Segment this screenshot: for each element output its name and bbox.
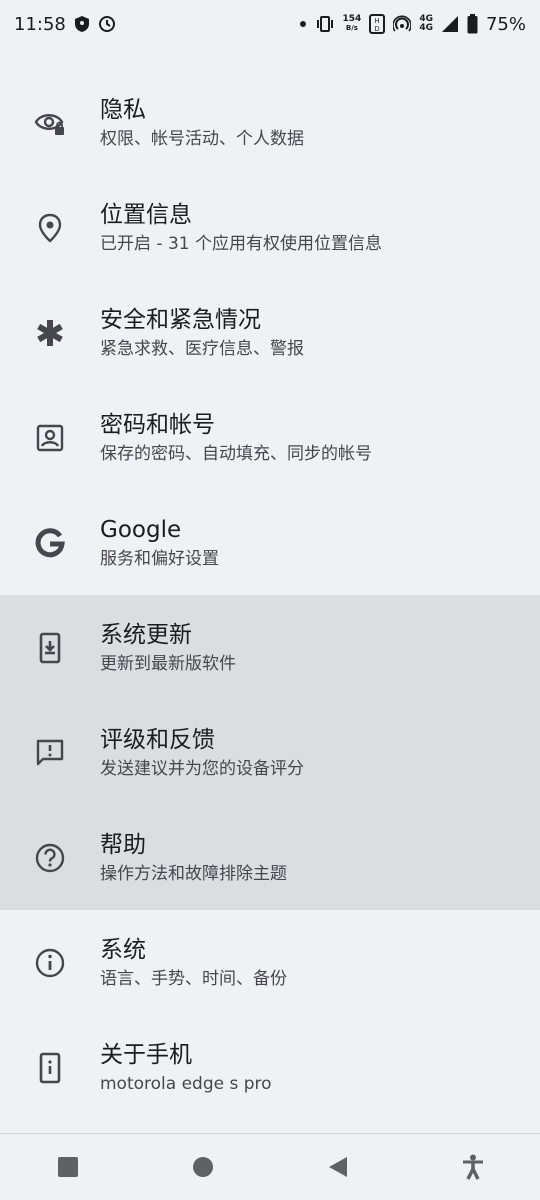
svg-text:D: D xyxy=(375,26,380,33)
notification-dot-icon xyxy=(299,21,306,27)
account-box-icon xyxy=(34,422,66,454)
phone-info-icon xyxy=(34,1052,66,1084)
item-subtitle: 服务和偏好设置 xyxy=(100,548,219,569)
item-title: Google xyxy=(100,516,182,543)
vibrate-icon xyxy=(316,16,333,32)
svg-text:H: H xyxy=(375,18,380,25)
google-g-icon xyxy=(34,527,66,559)
system-update-icon xyxy=(34,632,66,664)
settings-item-location[interactable]: 位置信息 已开启 - 31 个应用有权使用位置信息 xyxy=(0,175,540,280)
item-title: 安全和紧急情况 xyxy=(100,306,261,333)
back-triangle-icon[interactable] xyxy=(318,1147,358,1187)
status-bar: 11:58 154 B/s HD 4G 4G 75% xyxy=(0,0,540,48)
item-title: 位置信息 xyxy=(100,201,192,228)
item-title: 评级和反馈 xyxy=(100,726,215,753)
item-subtitle: 权限、帐号活动、个人数据 xyxy=(100,128,304,149)
alarm-clock-icon xyxy=(98,16,115,32)
settings-item-google[interactable]: Google 服务和偏好设置 xyxy=(0,490,540,595)
item-subtitle: 保存的密码、自动填充、同步的帐号 xyxy=(100,443,372,464)
battery-percent: 75% xyxy=(485,13,526,35)
settings-item-privacy[interactable]: 隐私 权限、帐号活动、个人数据 xyxy=(0,70,540,175)
recents-square-icon[interactable] xyxy=(48,1147,88,1187)
item-subtitle: 更新到最新版软件 xyxy=(100,653,236,674)
home-circle-icon[interactable] xyxy=(183,1147,223,1187)
hd-icon: HD xyxy=(369,14,386,34)
settings-item-system-update[interactable]: 系统更新 更新到最新版软件 xyxy=(0,595,540,700)
location-pin-icon xyxy=(34,212,66,244)
accessibility-icon[interactable] xyxy=(453,1147,493,1187)
signal-icon xyxy=(441,16,458,32)
navigation-bar xyxy=(0,1133,540,1200)
settings-list: 隐私 权限、帐号活动、个人数据 位置信息 已开启 - 31 个应用有权使用位置信… xyxy=(0,70,540,1120)
item-subtitle: 紧急求救、医疗信息、警报 xyxy=(100,338,304,359)
shield-icon xyxy=(74,16,89,32)
settings-item-passwords-accounts[interactable]: 密码和帐号 保存的密码、自动填充、同步的帐号 xyxy=(0,385,540,490)
item-subtitle: motorola edge s pro xyxy=(100,1073,272,1094)
item-title: 帮助 xyxy=(100,831,146,858)
network-type: 4G 4G xyxy=(419,14,433,33)
item-title: 系统 xyxy=(100,936,146,963)
item-subtitle: 发送建议并为您的设备评分 xyxy=(100,758,304,779)
asterisk-icon xyxy=(34,317,66,349)
settings-item-safety[interactable]: 安全和紧急情况 紧急求救、医疗信息、警报 xyxy=(0,280,540,385)
clock: 11:58 xyxy=(14,13,66,35)
settings-item-help[interactable]: 帮助 操作方法和故障排除主题 xyxy=(0,805,540,910)
help-icon xyxy=(34,842,66,874)
item-title: 关于手机 xyxy=(100,1041,192,1068)
settings-item-system[interactable]: 系统 语言、手势、时间、备份 xyxy=(0,910,540,1015)
settings-item-feedback[interactable]: 评级和反馈 发送建议并为您的设备评分 xyxy=(0,700,540,805)
info-icon xyxy=(34,947,66,979)
item-subtitle: 操作方法和故障排除主题 xyxy=(100,863,287,884)
network-speed: 154 B/s xyxy=(342,14,362,33)
item-subtitle: 已开启 - 31 个应用有权使用位置信息 xyxy=(100,233,382,254)
privacy-eye-lock-icon xyxy=(34,107,66,139)
feedback-icon xyxy=(34,737,66,769)
hotspot-icon xyxy=(393,15,412,32)
settings-item-about-phone[interactable]: 关于手机 motorola edge s pro xyxy=(0,1015,540,1120)
item-subtitle: 语言、手势、时间、备份 xyxy=(100,968,287,989)
battery-icon xyxy=(467,14,478,34)
item-title: 系统更新 xyxy=(100,621,192,648)
item-title: 隐私 xyxy=(100,96,146,123)
item-title: 密码和帐号 xyxy=(100,411,215,438)
